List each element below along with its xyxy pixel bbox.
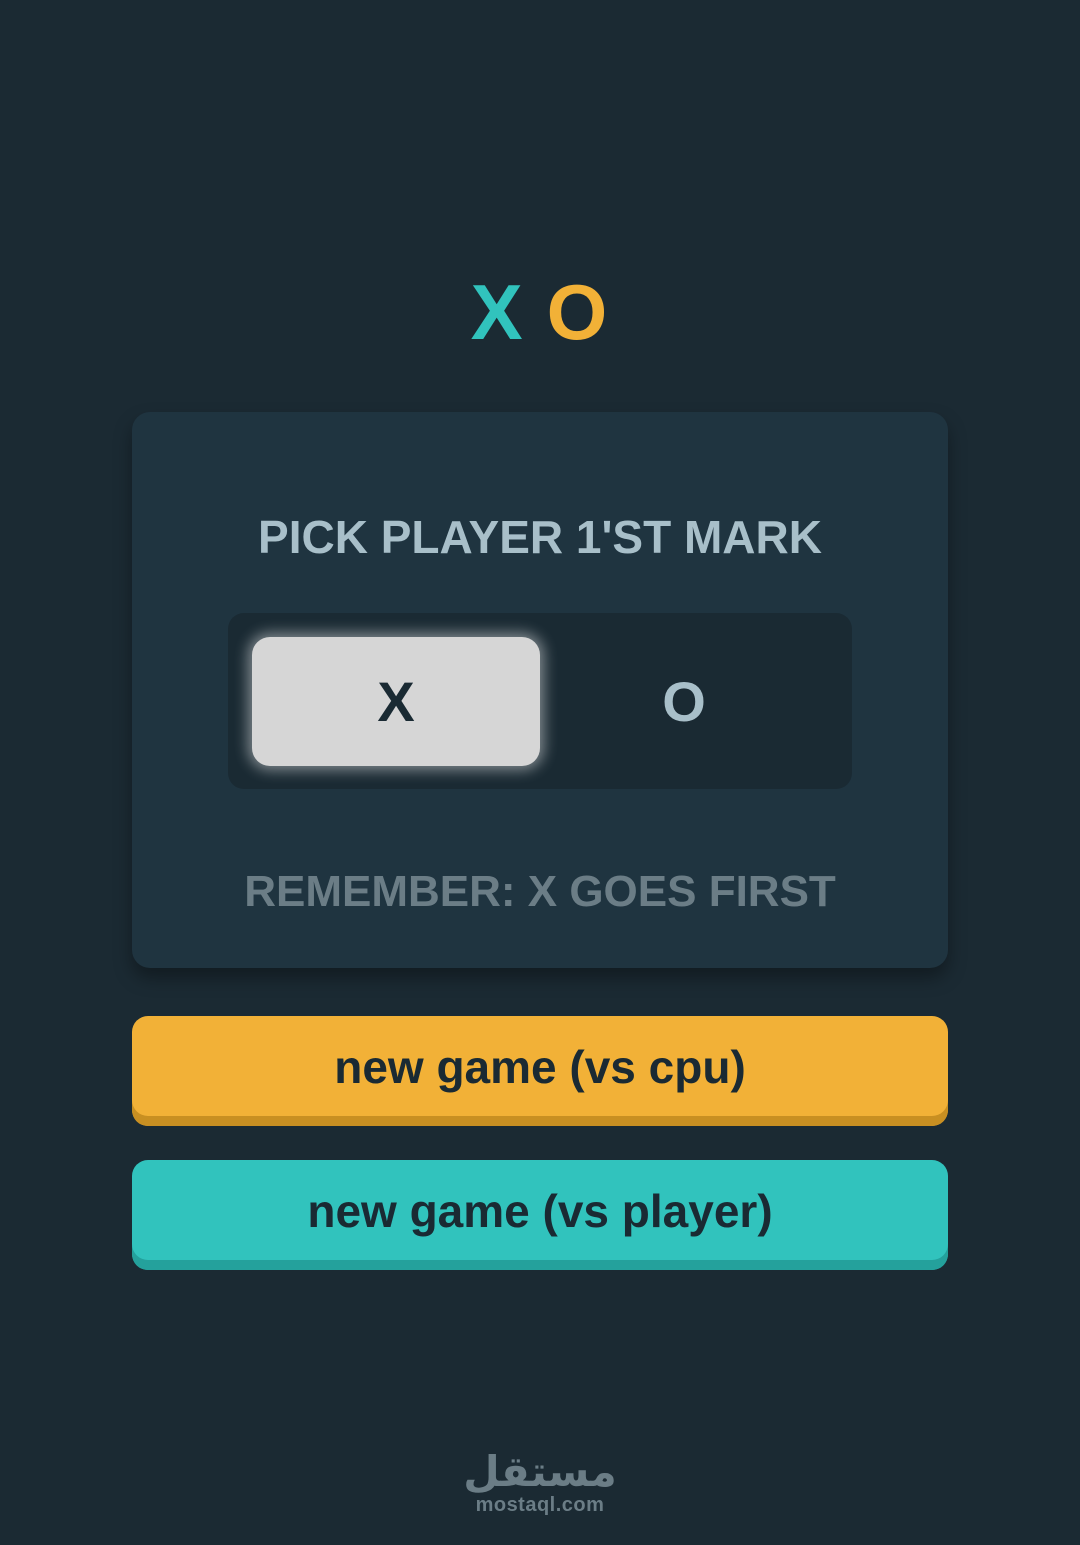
mostaql-watermark: مستقل mostaql.com bbox=[0, 1447, 1080, 1517]
new-game-vs-cpu-button[interactable]: new game (vs cpu) bbox=[132, 1016, 948, 1126]
new-game-vs-player-label: new game (vs player) bbox=[307, 1185, 773, 1237]
watermark-arabic-text: مستقل bbox=[463, 1447, 617, 1496]
watermark-latin-text: mostaql.com bbox=[475, 1494, 605, 1516]
logo-o-mark: O bbox=[546, 268, 610, 356]
mark-option-x[interactable]: X bbox=[252, 637, 540, 766]
new-game-vs-player-button[interactable]: new game (vs player) bbox=[132, 1160, 948, 1270]
mark-option-o[interactable]: O bbox=[540, 637, 828, 766]
mark-option-o-label: O bbox=[662, 670, 706, 733]
first-move-reminder: REMEMBER: X GOES FIRST bbox=[244, 867, 836, 916]
game-logo: XO bbox=[0, 272, 1080, 352]
mark-toggle: X O bbox=[228, 613, 852, 789]
pick-mark-title: PICK PLAYER 1'ST MARK bbox=[258, 511, 822, 563]
new-game-vs-cpu-label: new game (vs cpu) bbox=[334, 1041, 746, 1093]
pick-mark-card: PICK PLAYER 1'ST MARK X O REMEMBER: X GO… bbox=[132, 412, 948, 968]
mark-option-x-label: X bbox=[377, 670, 415, 733]
logo-x-mark: X bbox=[470, 268, 525, 356]
